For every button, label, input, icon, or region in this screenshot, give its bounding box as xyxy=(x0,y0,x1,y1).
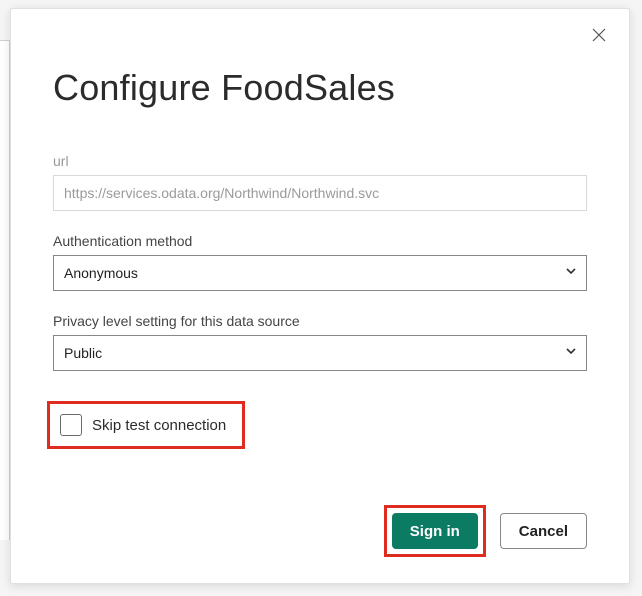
close-icon xyxy=(592,28,606,47)
url-field-group: url xyxy=(53,153,587,211)
skip-test-checkbox[interactable] xyxy=(60,414,82,436)
privacy-field-group: Privacy level setting for this data sour… xyxy=(53,313,587,371)
background-panel xyxy=(0,40,10,540)
dialog-footer: Sign in Cancel xyxy=(384,505,587,557)
dialog-content: Configure FoodSales url Authentication m… xyxy=(11,9,629,583)
configure-dialog: Configure FoodSales url Authentication m… xyxy=(10,8,630,584)
privacy-select-value: Public xyxy=(64,345,102,361)
privacy-label: Privacy level setting for this data sour… xyxy=(53,313,587,329)
close-button[interactable] xyxy=(585,23,613,51)
cancel-button[interactable]: Cancel xyxy=(500,513,587,549)
auth-select[interactable]: Anonymous xyxy=(53,255,587,291)
url-input[interactable] xyxy=(53,175,587,211)
privacy-select[interactable]: Public xyxy=(53,335,587,371)
signin-button[interactable]: Sign in xyxy=(392,513,478,549)
dialog-title: Configure FoodSales xyxy=(53,67,587,109)
url-label: url xyxy=(53,153,587,169)
auth-field-group: Authentication method Anonymous xyxy=(53,233,587,291)
skip-connection-highlight: Skip test connection xyxy=(47,401,245,449)
auth-select-value: Anonymous xyxy=(64,265,138,281)
signin-highlight: Sign in xyxy=(384,505,486,557)
skip-test-label: Skip test connection xyxy=(92,417,226,434)
auth-label: Authentication method xyxy=(53,233,587,249)
